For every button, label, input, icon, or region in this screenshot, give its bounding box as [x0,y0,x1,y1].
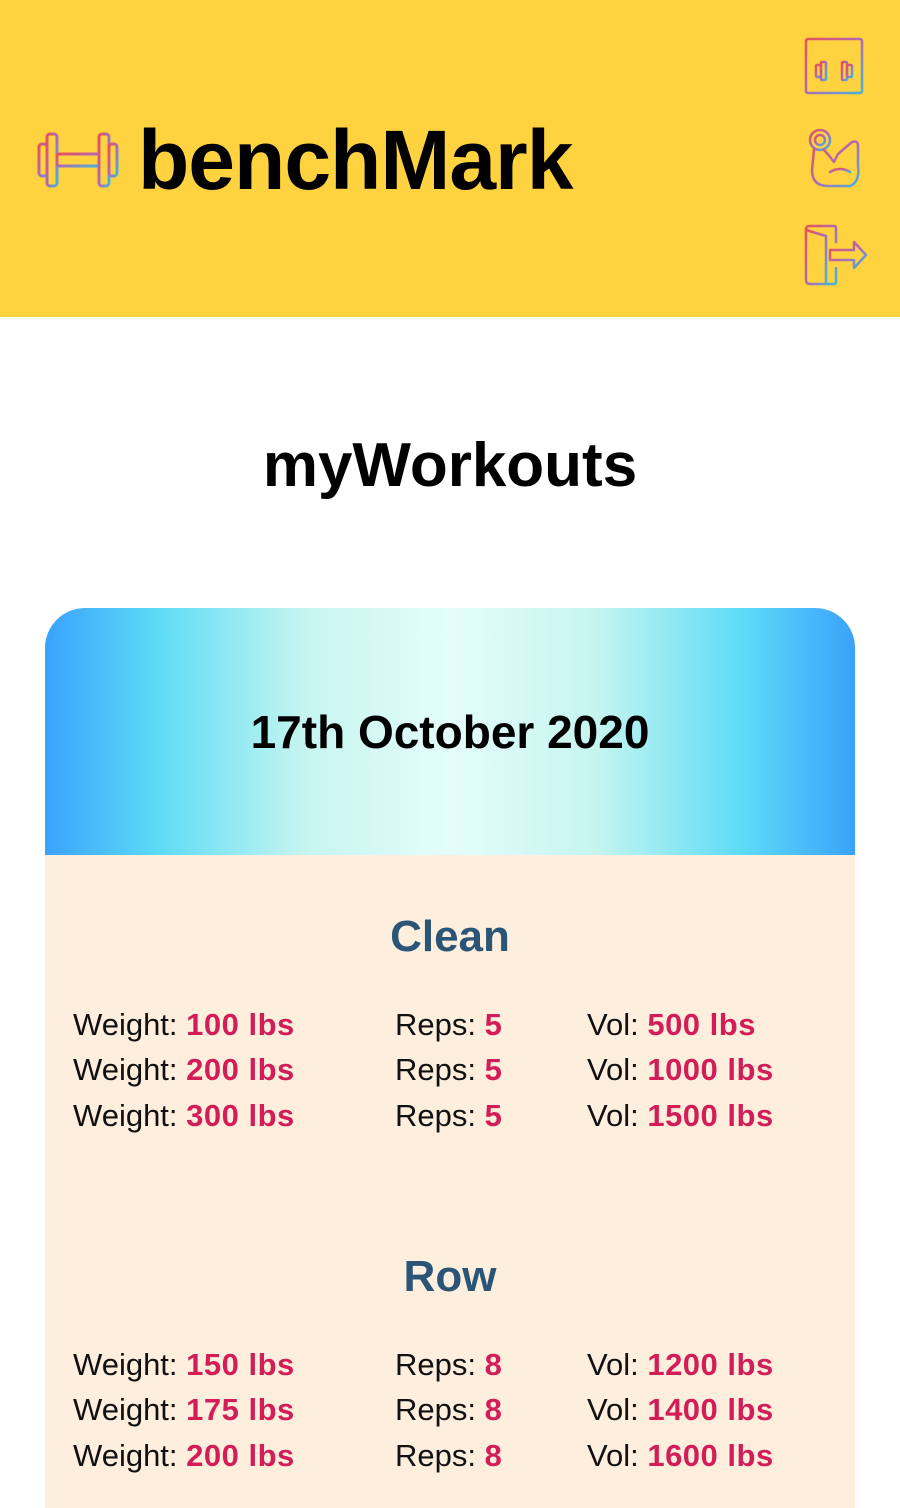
app-title: benchMark [138,113,573,207]
reps-value: 5 [484,1098,503,1133]
weight-label: Weight: [73,1098,187,1133]
set-row: Weight: 175 lbs Reps: 8 Vol: 1400 lbs [45,1392,855,1436]
set-row: Weight: 200 lbs Reps: 8 Vol: 1600 lbs [45,1438,855,1482]
reps-label: Reps: [395,1438,485,1473]
vol-label: Vol: [587,1098,648,1133]
brand[interactable]: benchMark [36,113,573,207]
exercise-block: Clean Weight: 100 lbs Reps: 5 Vol: 500 l… [45,911,855,1133]
vol-value: 1600 lbs [647,1438,774,1473]
vol-value: 1000 lbs [647,1052,774,1087]
vol-label: Vol: [587,1007,648,1042]
weight-label: Weight: [73,1438,187,1473]
calendar-dumbbell-icon[interactable] [800,32,868,98]
weight-label: Weight: [73,1347,187,1382]
set-row: Weight: 200 lbs Reps: 5 Vol: 1000 lbs [45,1052,855,1096]
weight-value: 200 lbs [186,1052,295,1087]
workout-card-header[interactable]: 17th October 2020 [45,608,855,855]
flexed-arm-icon[interactable] [800,126,868,192]
reps-label: Reps: [395,1098,485,1133]
set-row: Weight: 100 lbs Reps: 5 Vol: 500 lbs [45,1007,855,1051]
weight-value: 200 lbs [186,1438,295,1473]
vol-value: 1500 lbs [647,1098,774,1133]
weight-value: 150 lbs [186,1347,295,1382]
vol-label: Vol: [587,1392,648,1427]
page-title: myWorkouts [262,431,638,500]
set-row: Weight: 150 lbs Reps: 8 Vol: 1200 lbs [45,1347,855,1391]
exercise-name: Clean [390,912,510,961]
exercise-block: Row Weight: 150 lbs Reps: 8 Vol: 1200 lb… [45,1251,855,1473]
reps-value: 8 [484,1347,503,1382]
reps-label: Reps: [395,1007,485,1042]
set-row: Weight: 300 lbs Reps: 5 Vol: 1500 lbs [45,1098,855,1142]
workout-card: 17th October 2020 Clean Weight: 100 lbs … [45,608,855,1508]
vol-value: 1400 lbs [647,1392,774,1427]
weight-label: Weight: [73,1392,187,1427]
reps-value: 8 [484,1438,503,1473]
reps-value: 5 [484,1052,503,1087]
vol-label: Vol: [587,1347,648,1382]
dumbbell-icon [36,130,120,190]
reps-value: 8 [484,1392,503,1427]
reps-value: 5 [484,1007,503,1042]
exercise-name: Row [403,1252,497,1301]
weight-value: 300 lbs [186,1098,295,1133]
vol-value: 1200 lbs [647,1347,774,1382]
workout-date: 17th October 2020 [250,705,650,758]
app-header: benchMark [0,0,900,317]
reps-label: Reps: [395,1392,485,1427]
weight-label: Weight: [73,1052,187,1087]
weight-value: 100 lbs [186,1007,295,1042]
vol-label: Vol: [587,1438,648,1473]
weight-value: 175 lbs [186,1392,295,1427]
reps-label: Reps: [395,1347,485,1382]
logout-icon[interactable] [800,222,868,288]
reps-label: Reps: [395,1052,485,1087]
weight-label: Weight: [73,1007,187,1042]
vol-value: 500 lbs [647,1007,756,1042]
vol-label: Vol: [587,1052,648,1087]
